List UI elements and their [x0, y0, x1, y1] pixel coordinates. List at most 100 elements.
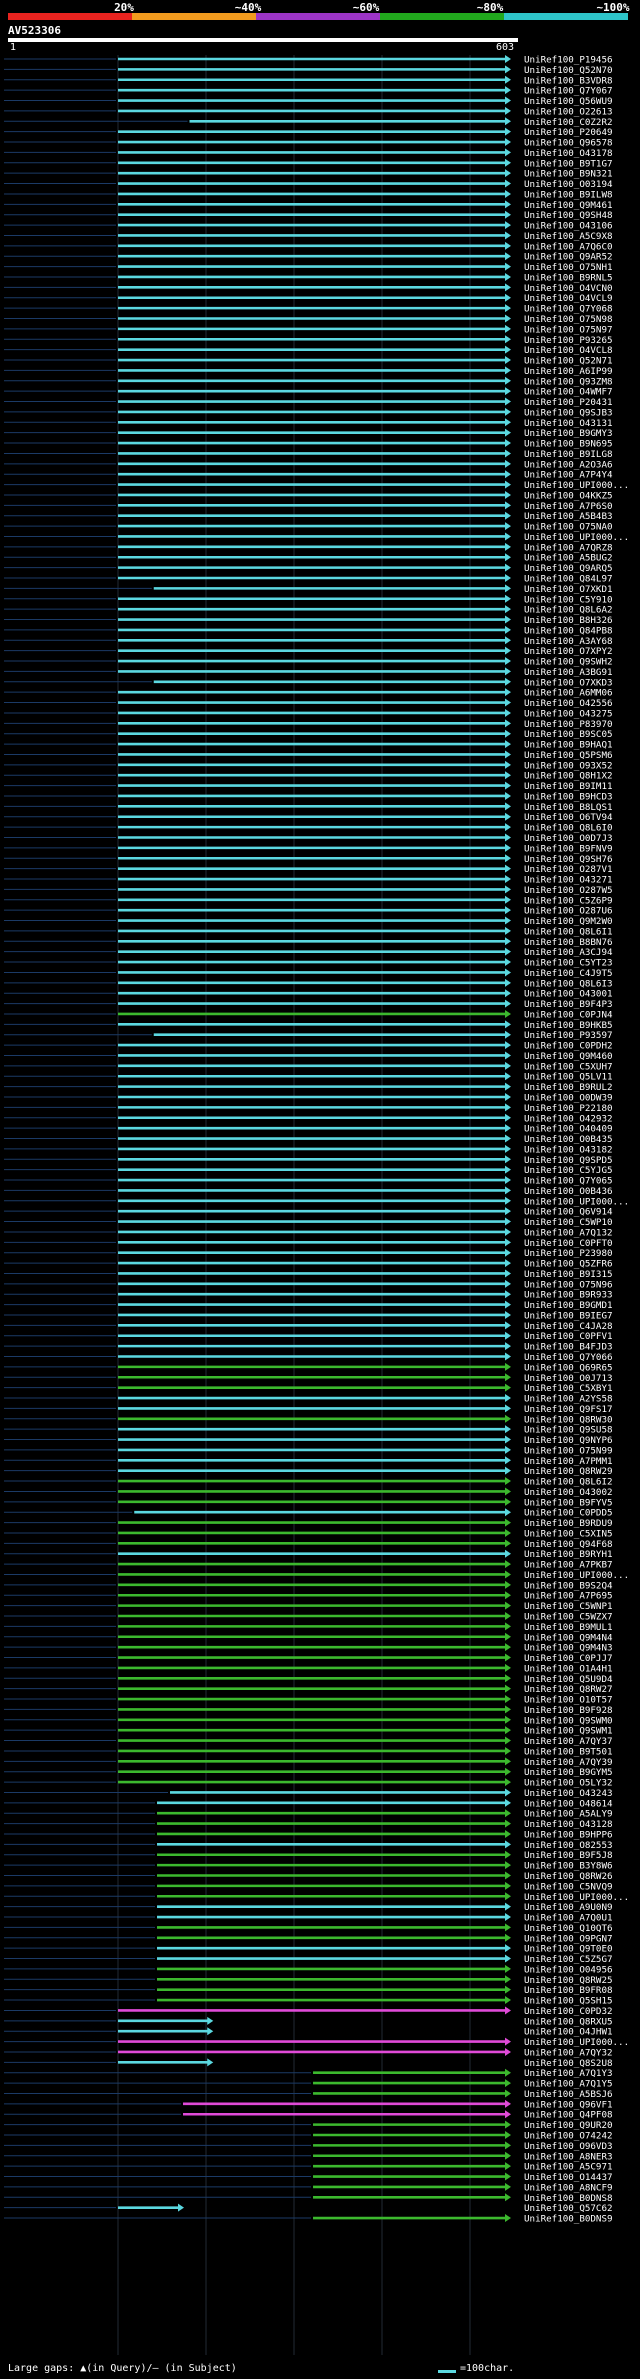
- hit-row[interactable]: UniRef100_P19456: [4, 55, 613, 66]
- hit-label[interactable]: UniRef100_O43178: [524, 148, 613, 159]
- hit-label[interactable]: UniRef100_O4VCL8: [524, 345, 613, 356]
- hit-label[interactable]: UniRef100_Q9SU58: [524, 1425, 613, 1436]
- hit-row[interactable]: UniRef100_B9IM11: [4, 781, 613, 792]
- hit-row[interactable]: UniRef100_O287W5: [4, 885, 613, 896]
- hit-row[interactable]: UniRef100_O14437: [4, 2172, 613, 2183]
- hit-row[interactable]: UniRef100_B9N321: [4, 169, 613, 180]
- hit-row[interactable]: UniRef100_B9FR08: [4, 1985, 613, 1996]
- hit-row[interactable]: UniRef100_Q7Y067: [4, 86, 613, 97]
- hit-label[interactable]: UniRef100_A8NCF9: [524, 2182, 613, 2193]
- hit-label[interactable]: UniRef100_O4KKZ5: [524, 490, 613, 501]
- hit-row[interactable]: UniRef100_Q8RW30: [4, 1414, 613, 1425]
- hit-label[interactable]: UniRef100_O96VD3: [524, 2141, 613, 2152]
- hit-label[interactable]: UniRef100_A3AY68: [524, 636, 613, 647]
- hit-row[interactable]: UniRef100_O48614: [4, 1798, 613, 1809]
- hit-label[interactable]: UniRef100_A7QY37: [524, 1736, 613, 1747]
- hit-label[interactable]: UniRef100_Q96VF1: [524, 2099, 613, 2110]
- hit-row[interactable]: UniRef100_A7Q132: [4, 1227, 613, 1238]
- hit-row[interactable]: UniRef100_B9GMY3: [4, 428, 613, 439]
- hit-row[interactable]: UniRef100_O42932: [4, 1113, 613, 1124]
- hit-label[interactable]: UniRef100_O42932: [524, 1113, 613, 1124]
- hit-label[interactable]: UniRef100_O22613: [524, 106, 613, 117]
- hit-row[interactable]: UniRef100_Q9M4N4: [4, 1632, 613, 1643]
- hit-row[interactable]: UniRef100_O93X52: [4, 760, 613, 771]
- hit-label[interactable]: UniRef100_C5XBY1: [524, 1383, 613, 1394]
- hit-row[interactable]: UniRef100_A7Q1Y5: [4, 2079, 613, 2090]
- hit-label[interactable]: UniRef100_Q6V914: [524, 1207, 613, 1218]
- hit-row[interactable]: UniRef100_Q8RW25: [4, 1975, 613, 1986]
- hit-label[interactable]: UniRef100_B9RYH1: [524, 1549, 613, 1560]
- hit-row[interactable]: UniRef100_A7QY37: [4, 1736, 613, 1747]
- hit-row[interactable]: UniRef100_C0PFT0: [4, 1238, 613, 1249]
- hit-row[interactable]: UniRef100_P22180: [4, 1103, 613, 1114]
- hit-label[interactable]: UniRef100_O43275: [524, 708, 613, 719]
- hit-row[interactable]: UniRef100_A3CJ94: [4, 947, 613, 958]
- hit-row[interactable]: UniRef100_O10T57: [4, 1695, 613, 1706]
- hit-row[interactable]: UniRef100_C5Y910: [4, 594, 613, 605]
- hit-label[interactable]: UniRef100_P22180: [524, 1103, 613, 1114]
- hit-row[interactable]: UniRef100_O43178: [4, 148, 613, 159]
- hit-label[interactable]: UniRef100_B9GYM5: [524, 1767, 613, 1778]
- hit-row[interactable]: UniRef100_B9T501: [4, 1746, 613, 1757]
- hit-label[interactable]: UniRef100_P20431: [524, 397, 613, 408]
- hit-row[interactable]: UniRef100_C0PDH2: [4, 1041, 613, 1052]
- hit-row[interactable]: UniRef100_C0PD32: [4, 2006, 613, 2017]
- hit-row[interactable]: UniRef100_A6IP99: [4, 366, 613, 377]
- hit-row[interactable]: UniRef100_A3AY68: [4, 636, 613, 647]
- hit-row[interactable]: UniRef100_A7Q1Y3: [4, 2068, 613, 2079]
- hit-label[interactable]: UniRef100_A7P6S0: [524, 501, 613, 512]
- hit-row[interactable]: UniRef100_O42556: [4, 698, 613, 709]
- hit-label[interactable]: UniRef100_B9N695: [524, 439, 613, 450]
- hit-row[interactable]: UniRef100_B9R933: [4, 1290, 613, 1301]
- hit-row[interactable]: UniRef100_C5NVQ9: [4, 1881, 613, 1892]
- hit-row[interactable]: UniRef100_B9ILW8: [4, 189, 613, 200]
- hit-label[interactable]: UniRef100_O43001: [524, 989, 613, 1000]
- hit-row[interactable]: UniRef100_Q9M461: [4, 200, 613, 211]
- hit-row[interactable]: UniRef100_A7QY32: [4, 2047, 613, 2058]
- hit-label[interactable]: UniRef100_C5NVQ9: [524, 1881, 613, 1892]
- hit-label[interactable]: UniRef100_A7QY39: [524, 1757, 613, 1768]
- hit-label[interactable]: UniRef100_B9F4P3: [524, 999, 613, 1010]
- hit-label[interactable]: UniRef100_A7Q1Y5: [524, 2079, 613, 2090]
- hit-label[interactable]: UniRef100_A5BUG2: [524, 553, 613, 564]
- hit-label[interactable]: UniRef100_O75N99: [524, 1445, 613, 1456]
- hit-label[interactable]: UniRef100_A3CJ94: [524, 947, 613, 958]
- hit-row[interactable]: UniRef100_C0PFV1: [4, 1331, 613, 1342]
- hit-row[interactable]: UniRef100_Q4PF08: [4, 2110, 613, 2121]
- hit-label[interactable]: UniRef100_O287V1: [524, 864, 613, 875]
- hit-row[interactable]: UniRef100_B8BN76: [4, 937, 613, 948]
- hit-label[interactable]: UniRef100_A8NER3: [524, 2151, 613, 2162]
- hit-row[interactable]: UniRef100_O0D7J3: [4, 833, 613, 844]
- hit-label[interactable]: UniRef100_Q7Y068: [524, 304, 613, 315]
- hit-label[interactable]: UniRef100_O43128: [524, 1819, 613, 1830]
- hit-label[interactable]: UniRef100_Q9SH48: [524, 210, 613, 221]
- hit-row[interactable]: UniRef100_C4JA28: [4, 1321, 613, 1332]
- hit-label[interactable]: UniRef100_C5WP10: [524, 1217, 613, 1228]
- hit-row[interactable]: UniRef100_A2YS58: [4, 1394, 613, 1405]
- hit-label[interactable]: UniRef100_B9IM11: [524, 781, 613, 792]
- hit-row[interactable]: UniRef100_Q57C62: [4, 2203, 613, 2214]
- hit-row[interactable]: UniRef100_A7QY39: [4, 1757, 613, 1768]
- hit-row[interactable]: UniRef100_O4VCL9: [4, 293, 613, 304]
- hit-label[interactable]: UniRef100_O4JHW1: [524, 2027, 613, 2038]
- hit-label[interactable]: UniRef100_Q5U9D4: [524, 1674, 613, 1685]
- hit-label[interactable]: UniRef100_P20649: [524, 127, 613, 138]
- hit-row[interactable]: UniRef100_A7P4Y4: [4, 470, 613, 481]
- hit-row[interactable]: UniRef100_Q84PB8: [4, 625, 613, 636]
- hit-label[interactable]: UniRef100_C0PJJ7: [524, 1653, 613, 1664]
- hit-row[interactable]: UniRef100_Q5ZFR6: [4, 1259, 613, 1270]
- hit-row[interactable]: UniRef100_C5WZX7: [4, 1612, 613, 1623]
- hit-label[interactable]: UniRef100_Q10QT6: [524, 1923, 613, 1934]
- hit-row[interactable]: UniRef100_A5BSJ6: [4, 2089, 613, 2100]
- hit-label[interactable]: UniRef100_O1A4H1: [524, 1663, 613, 1674]
- hit-row[interactable]: UniRef100_C5Z6P9: [4, 895, 613, 906]
- hit-row[interactable]: UniRef100_O0B435: [4, 1134, 613, 1145]
- hit-label[interactable]: UniRef100_O04956: [524, 1964, 613, 1975]
- hit-label[interactable]: UniRef100_Q4PF08: [524, 2110, 613, 2121]
- hit-row[interactable]: UniRef100_Q8RW26: [4, 1871, 613, 1882]
- hit-label[interactable]: UniRef100_UPI000...: [524, 480, 629, 491]
- hit-row[interactable]: UniRef100_Q9M460: [4, 1051, 613, 1062]
- hit-label[interactable]: UniRef100_B8LQS1: [524, 802, 613, 813]
- hit-label[interactable]: UniRef100_O0B435: [524, 1134, 613, 1145]
- hit-row[interactable]: UniRef100_Q8L6I2: [4, 1477, 613, 1488]
